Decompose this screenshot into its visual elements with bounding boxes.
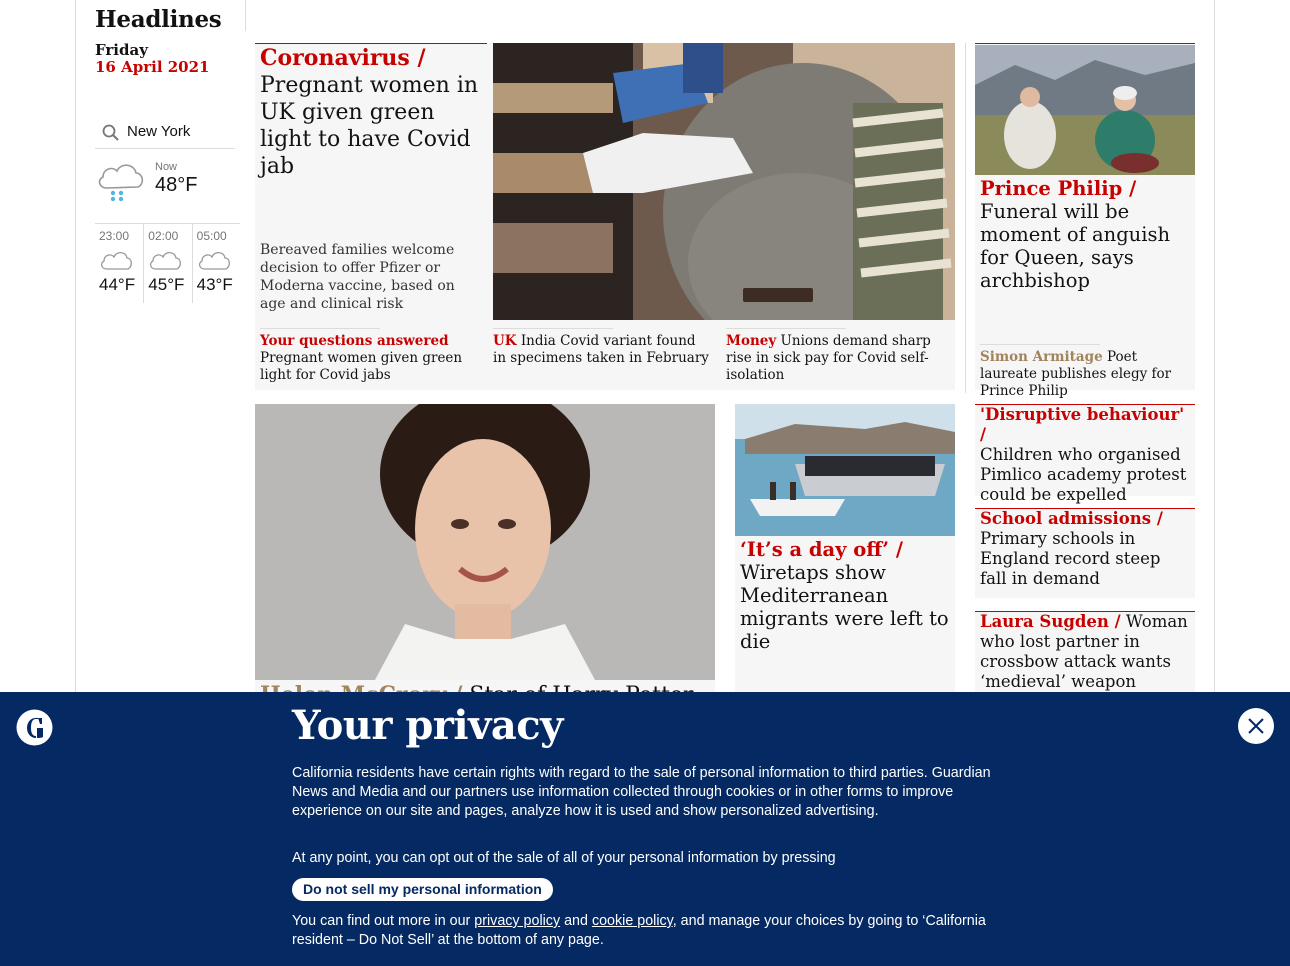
- privacy-title: Your privacy: [292, 702, 563, 749]
- section-title: Headlines: [95, 6, 222, 33]
- close-button[interactable]: [1238, 708, 1274, 744]
- cloud-icon: [198, 251, 230, 270]
- lead-kicker: Coronavirus /: [260, 45, 426, 71]
- stack-headline-text: Children who organised Pimlico academy p…: [980, 445, 1187, 504]
- privacy-paragraph: California residents have certain rights…: [292, 765, 991, 819]
- portrait-photo: [255, 404, 715, 680]
- weather-location-search[interactable]: New York: [95, 115, 235, 149]
- sublink-text: Pregnant women given green light for Cov…: [260, 350, 463, 383]
- stack-kicker: 'Disruptive behaviour' /: [980, 405, 1185, 444]
- forecast-temp: 44°F: [99, 275, 136, 294]
- close-icon: [1248, 718, 1264, 734]
- weather-now-label: Now: [155, 161, 178, 173]
- sublink-kicker: Money: [726, 333, 777, 349]
- weather-now-temp: 48°F: [155, 174, 198, 196]
- sublink-kicker: Simon Armitage: [980, 349, 1103, 365]
- sublink-divider: [260, 328, 380, 329]
- stack-headline[interactable]: 'Disruptive behaviour' / Children who or…: [980, 405, 1192, 505]
- privacy-paragraph: You can find out more in our privacy pol…: [292, 912, 1002, 950]
- philip-image[interactable]: [975, 45, 1195, 175]
- migrants-headline-text: Wiretaps show Mediterranean migrants wer…: [740, 561, 949, 653]
- sublink-divider: [493, 328, 613, 329]
- forecast-item: 23:00 44°F: [95, 223, 144, 303]
- migrants-story-card[interactable]: ‘It’s a day off’ / Wiretaps show Mediter…: [735, 404, 955, 704]
- card-topline: [255, 43, 487, 44]
- cloud-icon: [100, 251, 132, 270]
- privacy-banner: Your privacy California residents have c…: [0, 692, 1290, 966]
- date-day: Friday: [95, 41, 148, 59]
- forecast-time: 02:00: [148, 229, 179, 243]
- mccrory-story-card[interactable]: Helen McCrory / Star of Harry Potter and: [255, 404, 715, 734]
- do-not-sell-button[interactable]: Do not sell my personal information: [292, 878, 553, 901]
- forecast-time: 05:00: [196, 229, 227, 243]
- guardian-logo-icon: [16, 709, 53, 746]
- lead-sublink[interactable]: Your questions answered Pregnant women g…: [260, 328, 478, 384]
- privacy-paragraph: At any point, you can opt out of the sal…: [292, 850, 836, 866]
- forecast-time: 23:00: [99, 229, 130, 243]
- stack-kicker: Laura Sugden /: [980, 612, 1121, 631]
- lead-headline-text: Pregnant women in UK given green light t…: [260, 73, 479, 179]
- lead-sublink[interactable]: UK India Covid variant found in specimen…: [493, 328, 711, 367]
- forecast-item: 02:00 45°F: [143, 223, 192, 303]
- rain-cloud-icon: [98, 164, 144, 202]
- stack-story-card[interactable]: 'Disruptive behaviour' / Children who or…: [975, 404, 1195, 504]
- forecast-item: 05:00 43°F: [191, 223, 240, 303]
- weather-now: Now 48°F: [95, 160, 235, 210]
- migrants-headline[interactable]: ‘It’s a day off’ / Wiretaps show Mediter…: [740, 538, 952, 653]
- card-topline: [975, 43, 1195, 44]
- philip-story-card[interactable]: Prince Philip / Funeral will be moment o…: [975, 43, 1195, 399]
- privacy-text: You can find out more in our: [292, 913, 471, 929]
- stack-story-card[interactable]: School admissions / Primary schools in E…: [975, 508, 1195, 598]
- forecast-temp: 43°F: [196, 275, 233, 294]
- lead-sublink[interactable]: Money Unions demand sharp rise in sick p…: [726, 328, 944, 384]
- sublink-kicker: UK: [493, 333, 517, 349]
- stack-headline[interactable]: Laura Sugden / Woman who lost partner in…: [980, 612, 1192, 692]
- lead-story-card[interactable]: Coronavirus / Pregnant women in UK given…: [255, 43, 955, 390]
- philip-headline-text: Funeral will be moment of anguish for Qu…: [980, 200, 1171, 292]
- migrant-boat-photo: [735, 404, 955, 536]
- philip-sublink[interactable]: Simon Armitage Poet laureate publishes e…: [980, 344, 1190, 400]
- privacy-policy-link[interactable]: privacy policy: [474, 913, 560, 929]
- date-full: 16 April 2021: [95, 58, 210, 76]
- philip-queen-photo: [975, 45, 1195, 175]
- migrants-kicker: ‘It’s a day off’ /: [740, 538, 903, 561]
- philip-headline[interactable]: Prince Philip / Funeral will be moment o…: [980, 177, 1192, 292]
- title-divider: [245, 0, 246, 31]
- lead-image[interactable]: [493, 43, 955, 320]
- stack-story-card[interactable]: Laura Sugden / Woman who lost partner in…: [975, 611, 1195, 701]
- lead-standfirst: Bereaved families welcome decision to of…: [260, 242, 455, 312]
- cloud-icon: [150, 251, 182, 270]
- sublink-kicker: Your questions answered: [260, 333, 449, 349]
- column-divider: [965, 43, 966, 393]
- stack-headline-text: Primary schools in England record steep …: [980, 529, 1161, 588]
- stack-kicker: School admissions /: [980, 509, 1163, 528]
- stack-headline[interactable]: School admissions / Primary schools in E…: [980, 509, 1192, 589]
- sublink-text: India Covid variant found in specimens t…: [493, 333, 709, 366]
- forecast-temp: 45°F: [148, 275, 185, 294]
- weather-forecast: 23:00 44°F 02:00 45°F 05:00 43°F: [95, 223, 240, 303]
- privacy-text: and: [564, 913, 588, 929]
- philip-kicker: Prince Philip /: [980, 177, 1137, 200]
- mccrory-image[interactable]: [255, 404, 715, 680]
- lead-headline[interactable]: Coronavirus / Pregnant women in UK given…: [260, 45, 485, 180]
- search-icon: [102, 124, 119, 141]
- migrants-image[interactable]: [735, 404, 955, 536]
- vaccination-photo: [493, 43, 955, 320]
- weather-location: New York: [127, 123, 191, 140]
- sublink-divider: [980, 344, 1100, 345]
- sublink-divider: [726, 328, 846, 329]
- cookie-policy-link[interactable]: cookie policy: [592, 913, 673, 929]
